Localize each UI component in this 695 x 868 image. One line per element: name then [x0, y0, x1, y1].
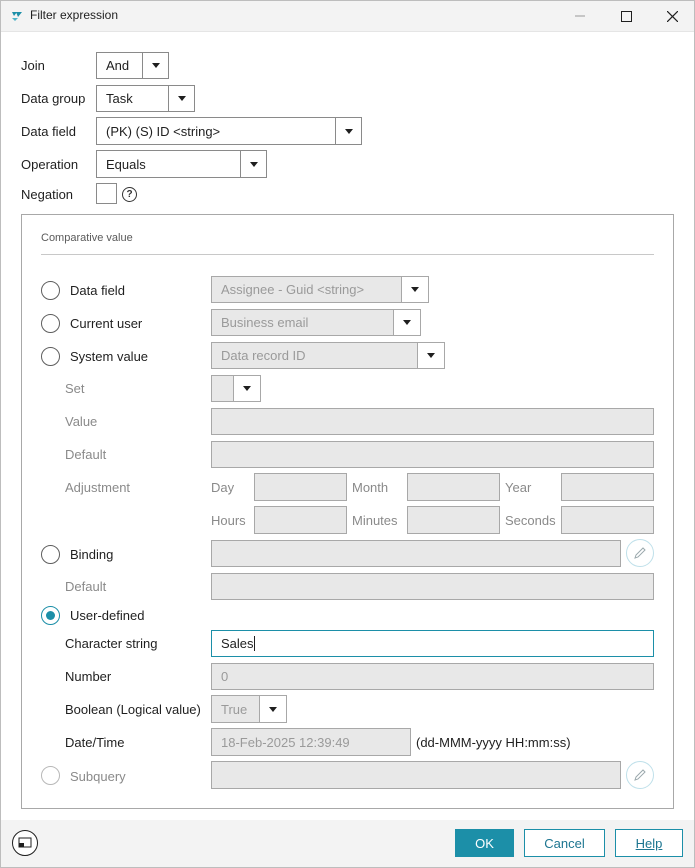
group-title: Comparative value: [41, 232, 133, 244]
seconds-label: Seconds: [505, 513, 556, 528]
number-input[interactable]: 0: [211, 663, 654, 690]
radio-system-value-label: System value: [70, 349, 149, 364]
group-divider: [41, 254, 654, 255]
radio-user-defined[interactable]: [41, 606, 60, 625]
month-label: Month: [352, 480, 389, 495]
join-value: And: [106, 58, 130, 73]
boolean-dropdown[interactable]: True: [211, 695, 287, 723]
chevron-down-icon: [260, 696, 286, 722]
datetime-input[interactable]: 18-Feb-2025 12:39:49: [211, 728, 411, 756]
set-dropdown[interactable]: [211, 375, 261, 402]
edit-subquery-button[interactable]: [626, 761, 654, 789]
join-label: Join: [21, 58, 45, 73]
day-input[interactable]: [254, 473, 347, 501]
default-input[interactable]: [211, 441, 654, 468]
title-bar: Filter expression: [0, 0, 695, 32]
default-label: Default: [65, 447, 107, 462]
day-label: Day: [211, 480, 235, 495]
edit-binding-button[interactable]: [626, 539, 654, 567]
system-value-value: Data record ID: [212, 343, 418, 368]
radio-binding[interactable]: [41, 545, 60, 564]
binding-input[interactable]: [211, 540, 621, 567]
chevron-down-icon: [418, 343, 444, 368]
character-string-label: Character string: [65, 636, 158, 651]
window-title: Filter expression: [30, 8, 119, 22]
operation-value: Equals: [106, 156, 146, 172]
radio-current-user-label: Current user: [70, 316, 143, 331]
hours-label: Hours: [211, 513, 246, 528]
system-value-dropdown[interactable]: Data record ID: [211, 342, 445, 369]
radio-current-user[interactable]: [41, 314, 60, 333]
help-icon[interactable]: ?: [122, 187, 137, 202]
year-label: Year: [505, 480, 532, 495]
radio-data-field-label: Data field: [70, 283, 125, 298]
set-label: Set: [65, 381, 85, 396]
number-label: Number: [65, 669, 112, 684]
operation-label: Operation: [21, 157, 79, 172]
negation-label: Negation: [21, 187, 74, 202]
chevron-down-icon: [394, 310, 420, 335]
pencil-icon: [634, 769, 646, 781]
maximize-button[interactable]: [603, 0, 649, 32]
negation-checkbox[interactable]: [96, 183, 117, 204]
current-user-dropdown[interactable]: Business email: [211, 309, 421, 336]
subquery-input[interactable]: [211, 761, 621, 789]
data-group-dropdown[interactable]: Task: [96, 85, 195, 112]
minutes-input[interactable]: [407, 506, 500, 534]
year-input[interactable]: [561, 473, 654, 501]
current-user-value: Business email: [212, 310, 394, 335]
seconds-input[interactable]: [561, 506, 654, 534]
datetime-label: Date/Time: [65, 735, 125, 750]
layout-toggle-button[interactable]: [12, 830, 38, 856]
operation-dropdown[interactable]: Equals: [96, 150, 267, 178]
minutes-label: Minutes: [352, 513, 398, 528]
set-value: [212, 376, 234, 401]
character-string-value: Sales: [221, 636, 254, 651]
value-label: Value: [65, 414, 98, 429]
data-field-value: (PK) (S) ID <string>: [106, 123, 221, 139]
minimize-button[interactable]: [557, 0, 603, 32]
boolean-value: True: [212, 696, 260, 722]
chevron-down-icon: [142, 53, 168, 78]
filter-app-icon: [12, 12, 22, 21]
chevron-down-icon: [335, 118, 361, 144]
radio-subquery-label: Subquery: [70, 769, 126, 784]
chevron-down-icon: [402, 277, 428, 302]
pencil-icon: [634, 547, 646, 559]
chevron-down-icon: [234, 376, 260, 401]
binding-default-label: Default: [65, 579, 107, 594]
help-button[interactable]: Help: [615, 829, 683, 857]
radio-subquery[interactable]: [41, 766, 60, 785]
text-caret: [253, 636, 255, 651]
close-icon: [666, 10, 678, 22]
datetime-format-hint: (dd-MMM-yyyy HH:mm:ss): [416, 735, 571, 750]
chevron-down-icon: [240, 151, 266, 177]
radio-data-field[interactable]: [41, 281, 60, 300]
data-field-label: Data field: [21, 124, 76, 139]
window-layout-icon: [18, 837, 32, 848]
boolean-label: Boolean (Logical value): [65, 702, 201, 717]
maximize-icon: [620, 10, 632, 22]
data-group-value: Task: [106, 91, 133, 106]
comparative-data-field-value: Assignee - Guid <string>: [212, 277, 402, 302]
comparative-data-field-dropdown[interactable]: Assignee - Guid <string>: [211, 276, 429, 303]
chevron-down-icon: [168, 86, 194, 111]
month-input[interactable]: [407, 473, 500, 501]
radio-system-value[interactable]: [41, 347, 60, 366]
join-dropdown[interactable]: And: [96, 52, 169, 79]
data-field-dropdown[interactable]: (PK) (S) ID <string>: [96, 117, 362, 145]
character-string-input[interactable]: Sales: [211, 630, 654, 657]
minimize-icon: [575, 15, 585, 17]
adjustment-label: Adjustment: [65, 480, 131, 495]
close-button[interactable]: [649, 0, 695, 32]
radio-user-defined-label: User-defined: [70, 608, 145, 623]
binding-default-input[interactable]: [211, 573, 654, 600]
hours-input[interactable]: [254, 506, 347, 534]
value-input[interactable]: [211, 408, 654, 435]
ok-button[interactable]: OK: [455, 829, 514, 857]
radio-binding-label: Binding: [70, 547, 114, 562]
cancel-button[interactable]: Cancel: [524, 829, 605, 857]
data-group-label: Data group: [21, 91, 86, 106]
